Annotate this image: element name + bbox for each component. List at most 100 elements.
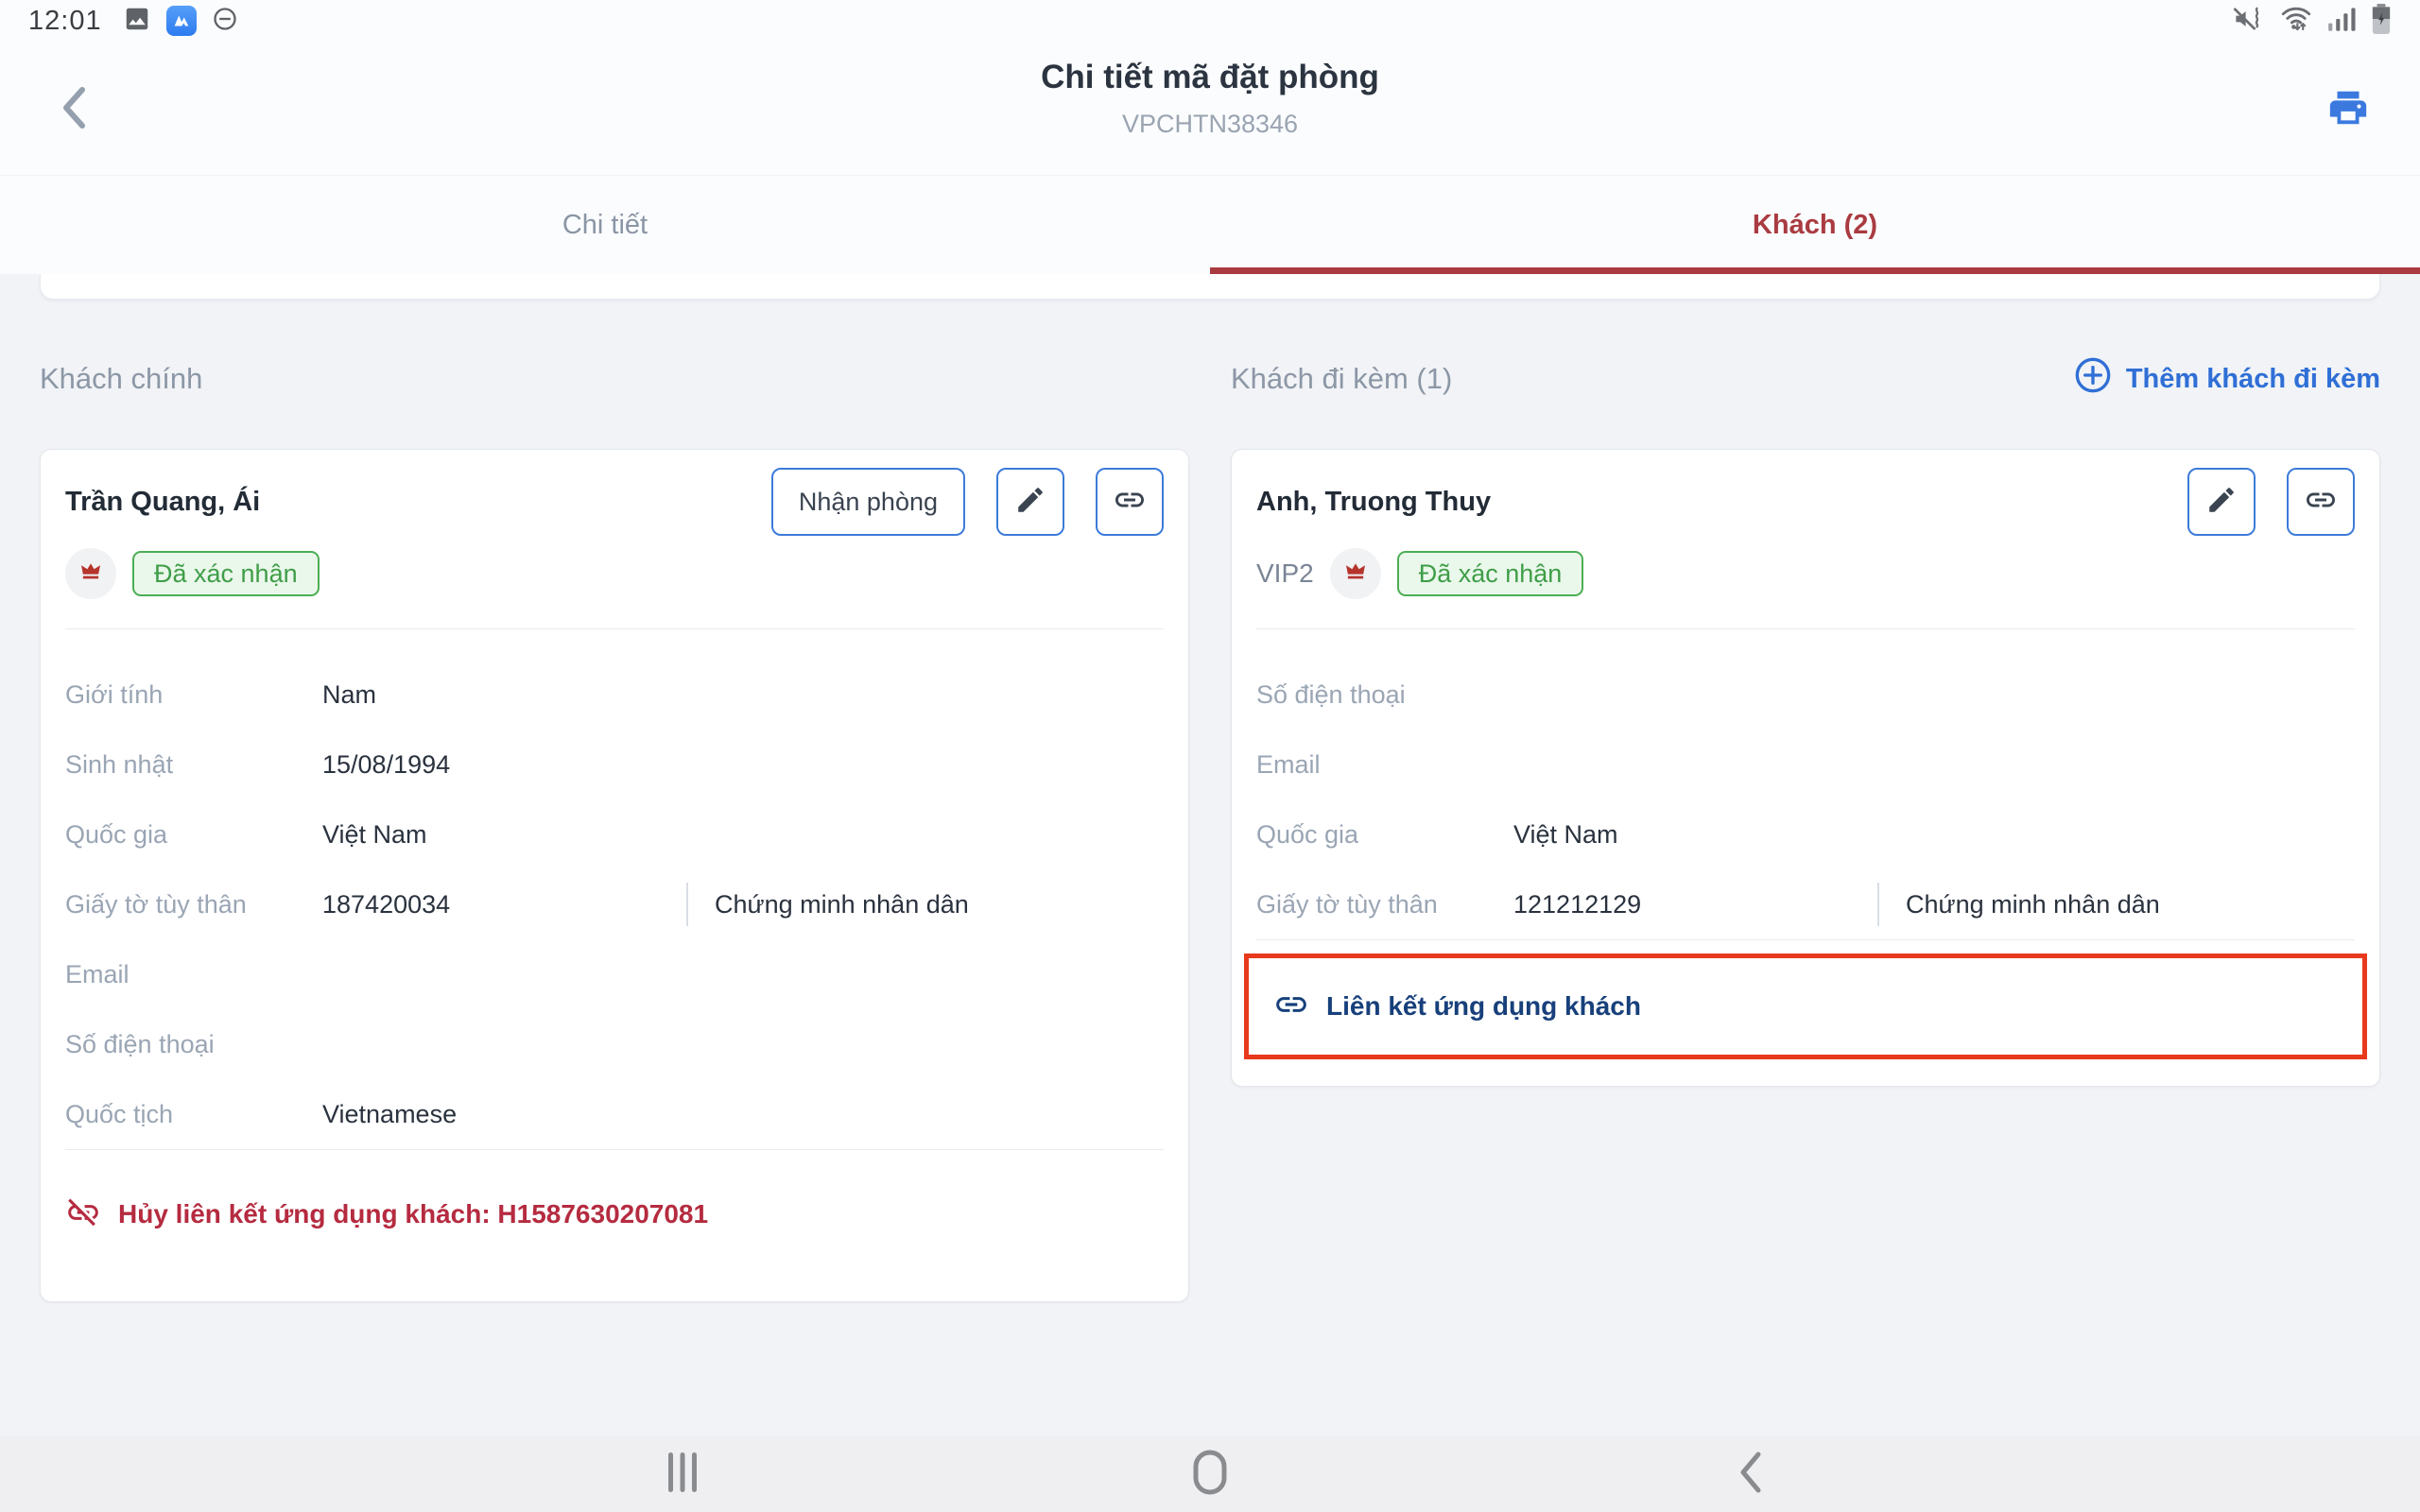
crown-icon	[1340, 557, 1371, 592]
field-value: Việt Nam	[322, 820, 427, 850]
field-row-gender: Giới tính Nam	[65, 660, 1164, 730]
crown-icon	[76, 557, 106, 592]
add-companion-button[interactable]: Thêm khách đi kèm	[2074, 356, 2380, 402]
status-time: 12:01	[28, 6, 102, 37]
companion-fields: Số điện thoại Email Quốc gia Việt Nam Gi…	[1256, 660, 2355, 939]
recents-button[interactable]	[660, 1452, 705, 1497]
add-companion-label: Thêm khách đi kèm	[2126, 364, 2380, 395]
link-guest-button[interactable]	[1096, 468, 1164, 536]
edit-guest-button[interactable]	[996, 468, 1064, 536]
id-document-type: Chứng minh nhân dân	[715, 890, 969, 919]
printer-icon	[2326, 86, 2370, 134]
app-header: Chi tiết mã đặt phòng VPCHTN38346	[0, 42, 2420, 175]
unlink-guest-app-button[interactable]: Hủy liên kết ứng dụng khách: H1587630207…	[65, 1194, 1164, 1234]
section-title-main-guest: Khách chính	[40, 362, 202, 396]
field-label: Quốc gia	[1256, 820, 1513, 850]
tab-chi-tiet[interactable]: Chi tiết	[0, 176, 1210, 274]
field-label: Số điện thoại	[1256, 680, 1513, 710]
active-tab-underline	[1210, 267, 2420, 274]
field-label: Sinh nhật	[65, 750, 322, 780]
field-row-id-document: Giấy tờ tùy thân 121212129 Chứng minh nh…	[1256, 869, 2355, 939]
unlink-guest-app-label: Hủy liên kết ứng dụng khách: H1587630207…	[118, 1199, 708, 1229]
field-label: Số điện thoại	[65, 1030, 322, 1059]
field-value: 15/08/1994	[322, 750, 450, 780]
field-value: Việt Nam	[1513, 820, 1618, 850]
mute-vibrate-icon	[2233, 6, 2265, 37]
signal-strength-icon	[2327, 6, 2356, 37]
field-value: Vietnamese	[322, 1100, 457, 1129]
scrolled-card-remnant	[40, 274, 2380, 300]
plus-circle-icon	[2074, 356, 2112, 402]
recents-icon	[666, 1451, 699, 1499]
field-row-birthday: Sinh nhật 15/08/1994	[65, 730, 1164, 799]
divider	[65, 628, 1164, 629]
vertical-divider	[1877, 883, 1879, 926]
nav-back-button[interactable]	[1728, 1452, 1773, 1497]
field-row-nationality: Quốc tịch Vietnamese	[65, 1079, 1164, 1149]
field-label: Giới tính	[65, 680, 322, 710]
guest-name: Trần Quang, Ái	[65, 487, 260, 518]
link-guest-app-row-highlighted[interactable]: Liên kết ứng dụng khách	[1244, 954, 2367, 1059]
page-title: Chi tiết mã đặt phòng	[0, 59, 2420, 96]
home-button[interactable]	[1187, 1452, 1233, 1497]
id-document-type: Chứng minh nhân dân	[1906, 890, 2160, 919]
chain-link-icon	[1273, 987, 1309, 1027]
main-guest-fields: Giới tính Nam Sinh nhật 15/08/1994 Quốc …	[65, 660, 1164, 1149]
field-row-email: Email	[65, 939, 1164, 1009]
system-status-icons	[2233, 4, 2392, 39]
vip-level-label: VIP2	[1256, 558, 1314, 589]
chain-link-icon	[2304, 483, 2338, 522]
status-bar: 12:01	[0, 0, 2420, 42]
chain-link-icon	[1113, 483, 1147, 522]
field-label: Quốc gia	[65, 820, 322, 850]
field-row-phone: Số điện thoại	[1256, 660, 2355, 730]
do-not-disturb-icon	[212, 6, 238, 37]
booking-code: VPCHTN38346	[0, 110, 2420, 139]
android-navigation-bar	[0, 1436, 2420, 1512]
wifi-icon	[2280, 5, 2312, 38]
edit-companion-button[interactable]	[2187, 468, 2256, 536]
divider	[1256, 939, 2355, 940]
field-row-email: Email	[1256, 730, 2355, 799]
field-label: Email	[65, 960, 322, 989]
back-chevron-icon	[1738, 1451, 1763, 1499]
app-notification-icon	[166, 6, 197, 36]
loyalty-avatar	[1330, 548, 1381, 599]
pencil-icon	[2205, 484, 2238, 521]
field-label: Giấy tờ tùy thân	[1256, 890, 1513, 919]
main-guest-card: Trần Quang, Ái Nhận phòng	[40, 449, 1189, 1302]
divider	[65, 1149, 1164, 1150]
print-button[interactable]	[2320, 81, 2377, 138]
field-label: Email	[1256, 750, 1513, 780]
field-value: Nam	[322, 680, 376, 710]
loyalty-avatar	[65, 548, 116, 599]
field-row-id-document: Giấy tờ tùy thân 187420034 Chứng minh nh…	[65, 869, 1164, 939]
tab-label: Chi tiết	[562, 210, 648, 241]
tab-label: Khách (2)	[1753, 210, 1877, 241]
guest-name: Anh, Truong Thuy	[1256, 487, 1491, 518]
section-title-companion: Khách đi kèm (1)	[1231, 362, 1452, 396]
tab-khach[interactable]: Khách (2)	[1210, 176, 2420, 274]
status-badge: Đã xác nhận	[132, 551, 320, 596]
tab-bar: Chi tiết Khách (2)	[0, 175, 2420, 274]
field-row-country: Quốc gia Việt Nam	[1256, 799, 2355, 869]
field-label: Giấy tờ tùy thân	[65, 890, 322, 919]
status-badge: Đã xác nhận	[1397, 551, 1584, 596]
field-value: 187420034	[322, 890, 686, 919]
field-label: Quốc tịch	[65, 1100, 322, 1129]
link-guest-app-label: Liên kết ứng dụng khách	[1326, 991, 1641, 1022]
checkin-button[interactable]: Nhận phòng	[771, 468, 965, 536]
divider	[1256, 628, 2355, 629]
companion-card: Anh, Truong Thuy VIP2	[1231, 449, 2380, 1087]
home-icon	[1192, 1450, 1228, 1500]
field-row-country: Quốc gia Việt Nam	[65, 799, 1164, 869]
main-guest-section: Khách chính Trần Quang, Ái Nhận phòng	[40, 357, 1189, 1302]
top-bar-region: 12:01	[0, 0, 2420, 274]
battery-charging-icon	[2371, 4, 2392, 39]
field-value: 121212129	[1513, 890, 1877, 919]
photo-notification-icon	[123, 5, 151, 38]
link-companion-button[interactable]	[2287, 468, 2355, 536]
notification-icons	[123, 5, 238, 38]
field-row-phone: Số điện thoại	[65, 1009, 1164, 1079]
vertical-divider	[686, 883, 688, 926]
